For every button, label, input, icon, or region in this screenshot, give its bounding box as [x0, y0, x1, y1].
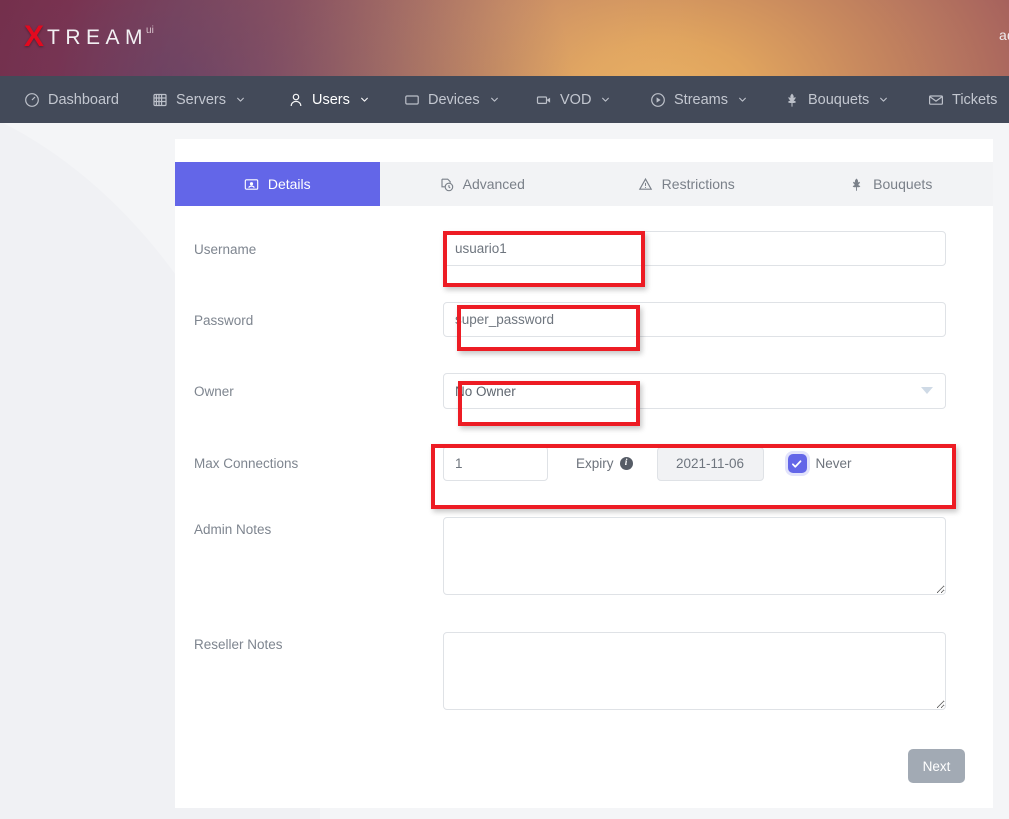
nav-item-devices[interactable]: Devices — [404, 76, 499, 123]
next-button[interactable]: Next — [908, 749, 965, 783]
chevron-down-icon — [738, 95, 747, 104]
admin-notes-textarea[interactable] — [443, 517, 946, 595]
form-row-username: Username — [175, 231, 993, 266]
nav-item-label: Dashboard — [48, 92, 119, 108]
user-icon — [288, 92, 304, 108]
account-label[interactable]: ad — [999, 27, 1009, 43]
sliders-icon — [439, 177, 454, 192]
tab-label: Advanced — [463, 176, 525, 192]
chevron-down-icon — [236, 95, 245, 104]
form-tabs: Details Advanced Restrictions Bouquets — [175, 162, 993, 206]
user-form-card: Details Advanced Restrictions Bouquets User… — [175, 139, 993, 808]
tulip-icon — [849, 177, 864, 192]
reseller-notes-control — [443, 632, 946, 715]
logo-x-mark: X — [24, 22, 44, 52]
never-checkbox-group[interactable]: Never — [788, 454, 852, 473]
video-camera-icon — [536, 92, 552, 108]
chevron-down-icon — [879, 95, 888, 104]
info-icon[interactable]: i — [620, 457, 633, 470]
tab-bouquets[interactable]: Bouquets — [789, 162, 994, 206]
owner-label: Owner — [175, 373, 443, 401]
warning-triangle-icon — [638, 177, 653, 192]
owner-control: No Owner — [443, 373, 946, 409]
password-input[interactable] — [443, 302, 946, 337]
password-label: Password — [175, 302, 443, 330]
expiry-label: Expiry — [576, 456, 614, 471]
form-row-max-connections: Max Connections Expiry i Never — [175, 446, 993, 481]
admin-notes-control — [443, 517, 946, 600]
form-row-password: Password — [175, 302, 993, 337]
chevron-down-icon — [601, 95, 610, 104]
tab-label: Restrictions — [662, 176, 735, 192]
user-details-form: Username Password Owner No Owner Max Con… — [175, 206, 993, 715]
tab-label: Details — [268, 176, 311, 192]
chevron-down-icon — [360, 95, 369, 104]
never-label: Never — [816, 456, 852, 471]
max-connections-control: Expiry i Never — [443, 446, 852, 481]
username-control — [443, 231, 946, 266]
logo-superscript: ui — [146, 24, 154, 38]
nav-item-label: Servers — [176, 92, 226, 108]
nav-item-bouquets[interactable]: Bouquets — [784, 76, 888, 123]
nav-item-vod[interactable]: VOD — [536, 76, 610, 123]
password-control — [443, 302, 946, 337]
check-icon — [791, 458, 803, 470]
expiry-label-group: Expiry i — [576, 456, 633, 471]
nav-item-dashboard[interactable]: Dashboard — [24, 76, 119, 123]
nav-item-label: Streams — [674, 92, 728, 108]
nav-item-tickets[interactable]: Tickets — [928, 76, 997, 123]
envelope-icon — [928, 92, 944, 108]
tab-label: Bouquets — [873, 176, 932, 192]
max-connections-label: Max Connections — [175, 446, 443, 473]
tab-restrictions[interactable]: Restrictions — [584, 162, 789, 206]
form-row-owner: Owner No Owner — [175, 373, 993, 409]
top-banner: X TREAM ui ad — [0, 0, 1009, 76]
max-connections-input[interactable] — [443, 446, 548, 481]
nav-item-label: VOD — [560, 92, 591, 108]
reseller-notes-textarea[interactable] — [443, 632, 946, 710]
nav-item-streams[interactable]: Streams — [650, 76, 747, 123]
nav-item-servers[interactable]: Servers — [152, 76, 245, 123]
gauge-icon — [24, 92, 40, 108]
admin-notes-label: Admin Notes — [175, 517, 443, 539]
nav-item-users[interactable]: Users — [288, 76, 369, 123]
nav-item-label: Tickets — [952, 92, 997, 108]
nav-item-label: Devices — [428, 92, 480, 108]
username-label: Username — [175, 231, 443, 259]
nav-item-label: Bouquets — [808, 92, 869, 108]
owner-select[interactable]: No Owner — [443, 373, 946, 409]
username-input[interactable] — [443, 231, 946, 266]
logo-wordmark: TREAM — [47, 22, 148, 53]
form-row-admin-notes: Admin Notes — [175, 517, 993, 600]
tab-details[interactable]: Details — [175, 162, 380, 206]
main-navigation: Dashboard Servers Users Devices VOD Streams Bo… — [0, 76, 1009, 123]
nav-item-label: Users — [312, 92, 350, 108]
expiry-date-input[interactable] — [657, 447, 764, 481]
never-checkbox[interactable] — [788, 454, 807, 473]
form-row-reseller-notes: Reseller Notes — [175, 632, 993, 715]
monitor-icon — [404, 92, 420, 108]
xtream-logo[interactable]: X TREAM ui — [24, 22, 154, 53]
play-circle-icon — [650, 92, 666, 108]
id-card-icon — [244, 177, 259, 192]
server-icon — [152, 92, 168, 108]
tab-advanced[interactable]: Advanced — [380, 162, 585, 206]
reseller-notes-label: Reseller Notes — [175, 632, 443, 654]
chevron-down-icon — [490, 95, 499, 104]
tulip-icon — [784, 92, 800, 108]
